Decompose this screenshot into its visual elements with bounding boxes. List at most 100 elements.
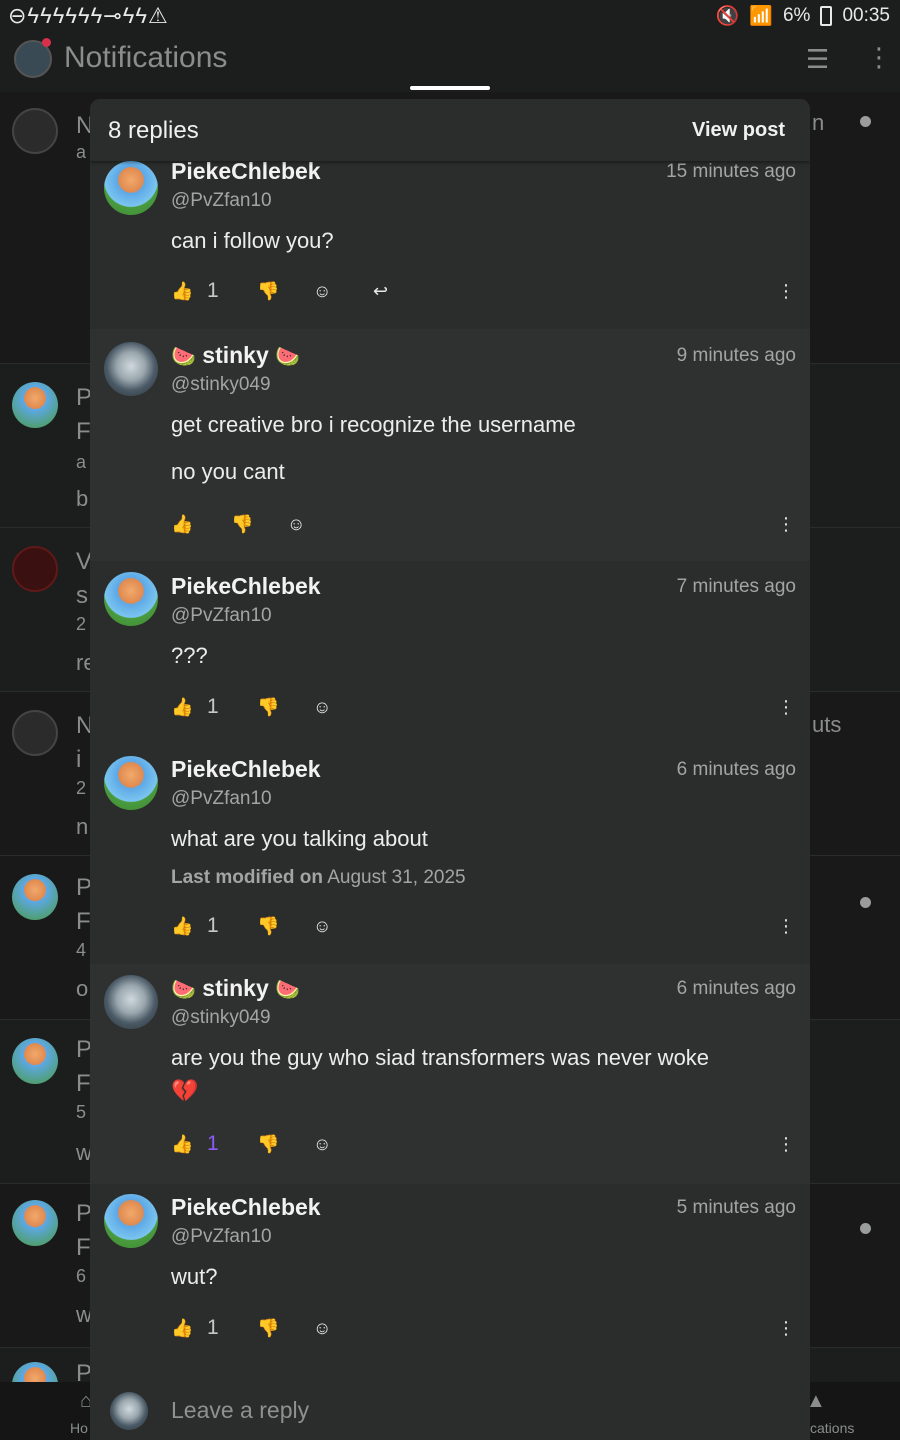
avatar[interactable] <box>104 161 158 215</box>
more-options-icon[interactable]: ⋮ <box>777 916 795 937</box>
comment-handle[interactable]: @PvZfan10 <box>171 605 272 627</box>
like-icon[interactable]: 👍 <box>171 697 193 718</box>
replies-sheet: 8 replies View post PiekeChlebek 15 minu… <box>90 99 810 1382</box>
clock: 00:35 <box>842 5 890 26</box>
watermelon-icon: 🍉 <box>275 979 301 1001</box>
comment-handle[interactable]: @PvZfan10 <box>171 190 272 212</box>
avatar[interactable] <box>104 342 158 396</box>
dislike-icon[interactable]: 👎 <box>257 1134 279 1155</box>
avatar <box>12 546 58 592</box>
like-count: 1 <box>207 279 219 302</box>
comment: PiekeChlebek 6 minutes ago @PvZfan10 wha… <box>90 746 810 964</box>
avatar[interactable] <box>104 975 158 1029</box>
like-icon[interactable]: 👍 <box>171 1318 193 1339</box>
avatar <box>12 1200 58 1246</box>
watermelon-icon: 🍉 <box>275 346 301 368</box>
like-icon[interactable]: 👍 <box>171 916 193 937</box>
comment-time: 15 minutes ago <box>666 161 796 182</box>
add-reaction-icon[interactable]: ☺ <box>313 281 331 302</box>
unread-dot <box>42 38 51 47</box>
notification-icons: ⊖ϟϟϟϟϟϟ⊸ϟϟ⚠ <box>8 3 169 28</box>
comment-author[interactable]: PiekeChlebek <box>171 756 321 783</box>
comment-author[interactable]: PiekeChlebek <box>171 1194 321 1221</box>
comment-author[interactable]: PiekeChlebek <box>171 158 321 185</box>
reply-input[interactable]: Leave a reply <box>171 1397 309 1424</box>
battery-icon <box>820 6 833 26</box>
view-post-button[interactable]: View post <box>692 119 785 142</box>
comment-actions: 👍 👎 ☺ ⋮ <box>171 514 795 542</box>
sheet-drag-handle[interactable] <box>410 86 490 90</box>
battery-percent: 6% <box>782 5 811 26</box>
avatar <box>110 1392 148 1430</box>
comment-handle[interactable]: @stinky049 <box>171 374 271 396</box>
comment-author[interactable]: 🍉 stinky 🍉 <box>171 975 300 1002</box>
like-icon[interactable]: 👍 <box>171 281 193 302</box>
comment-actions: 👍 1 👎 ☺ ⋮ <box>171 1132 795 1162</box>
comment-time: 6 minutes ago <box>676 759 796 780</box>
add-reaction-icon[interactable]: ☺ <box>313 916 331 937</box>
comment-text: can i follow you? <box>171 228 334 253</box>
avatar <box>12 1038 58 1084</box>
comment: 🍉 stinky 🍉 9 minutes ago @stinky049 get … <box>90 329 810 561</box>
avatar <box>12 108 58 154</box>
comment-actions: 👍 1 👎 ☺ ⋮ <box>171 1316 795 1346</box>
unread-dot <box>860 1223 871 1234</box>
filter-icon[interactable]: ☰ <box>806 44 829 75</box>
more-options-icon[interactable]: ⋮ <box>777 697 795 718</box>
dislike-icon[interactable]: 👎 <box>257 1318 279 1339</box>
comment: PiekeChlebek 15 minutes ago @PvZfan10 ca… <box>90 149 810 329</box>
add-reaction-icon[interactable]: ☺ <box>313 1318 331 1339</box>
avatar[interactable] <box>104 756 158 810</box>
comment-time: 7 minutes ago <box>676 576 796 597</box>
comment-actions: 👍 1 👎 ☺ ⋮ <box>171 695 795 725</box>
comment-time: 9 minutes ago <box>676 345 796 366</box>
dislike-icon[interactable]: 👎 <box>257 281 279 302</box>
avatar <box>12 710 58 756</box>
comment-handle[interactable]: @stinky049 <box>171 1007 271 1029</box>
nav-notifications-label[interactable]: cations <box>810 1420 854 1436</box>
reply-count: 8 replies <box>108 117 199 144</box>
dislike-icon[interactable]: 👎 <box>257 697 279 718</box>
comment-time: 5 minutes ago <box>676 1197 796 1218</box>
comment-author[interactable]: PiekeChlebek <box>171 573 321 600</box>
dislike-icon[interactable]: 👎 <box>257 916 279 937</box>
like-count: 1 <box>207 695 219 718</box>
like-count: 1 <box>207 1316 219 1339</box>
comment-actions: 👍 1 👎 ☺ ⋮ <box>171 914 795 944</box>
comment-text: are you the guy who siad transformers wa… <box>171 1045 710 1070</box>
more-options-icon[interactable]: ⋮ <box>777 514 795 535</box>
comment-text: no you cant <box>171 459 285 484</box>
more-menu-icon[interactable]: ⋮ <box>866 42 892 73</box>
avatar[interactable] <box>104 1194 158 1248</box>
add-reaction-icon[interactable]: ☺ <box>313 1134 331 1155</box>
comment: 🍉 stinky 🍉 6 minutes ago @stinky049 are … <box>90 964 810 1184</box>
wifi-icon: 📶 <box>749 6 773 27</box>
comment-handle[interactable]: @PvZfan10 <box>171 788 272 810</box>
comment-time: 6 minutes ago <box>676 978 796 999</box>
app-header: Notifications ☰ ⋮ <box>0 30 900 92</box>
more-options-icon[interactable]: ⋮ <box>777 1134 795 1155</box>
comment-author[interactable]: 🍉 stinky 🍉 <box>171 342 300 369</box>
like-icon[interactable]: 👍 <box>171 514 193 535</box>
nav-home-label[interactable]: Ho <box>70 1420 88 1436</box>
status-bar: ⊖ϟϟϟϟϟϟ⊸ϟϟ⚠ 🔇 📶 6% 00:35 <box>0 0 900 30</box>
like-icon[interactable]: 👍 <box>171 1134 193 1155</box>
broken-heart-emoji: 💔 <box>171 1078 199 1103</box>
status-right: 🔇 📶 6% 00:35 <box>716 4 890 28</box>
reply-icon[interactable]: ↩ <box>373 281 388 302</box>
more-options-icon[interactable]: ⋮ <box>777 1318 795 1339</box>
comment-text: ??? <box>171 643 208 668</box>
dislike-icon[interactable]: 👎 <box>231 514 253 535</box>
avatar[interactable] <box>104 572 158 626</box>
more-options-icon[interactable]: ⋮ <box>777 281 795 302</box>
like-count: 1 <box>207 1132 219 1155</box>
comment-handle[interactable]: @PvZfan10 <box>171 1226 272 1248</box>
add-reaction-icon[interactable]: ☺ <box>287 514 305 535</box>
like-count: 1 <box>207 914 219 937</box>
add-reaction-icon[interactable]: ☺ <box>313 697 331 718</box>
mute-icon: 🔇 <box>715 6 740 27</box>
comment-actions: 👍 1 👎 ☺ ↩ ⋮ <box>171 279 795 309</box>
comment-text: wut? <box>171 1264 218 1289</box>
watermelon-icon: 🍉 <box>171 979 196 1001</box>
avatar <box>12 874 58 920</box>
